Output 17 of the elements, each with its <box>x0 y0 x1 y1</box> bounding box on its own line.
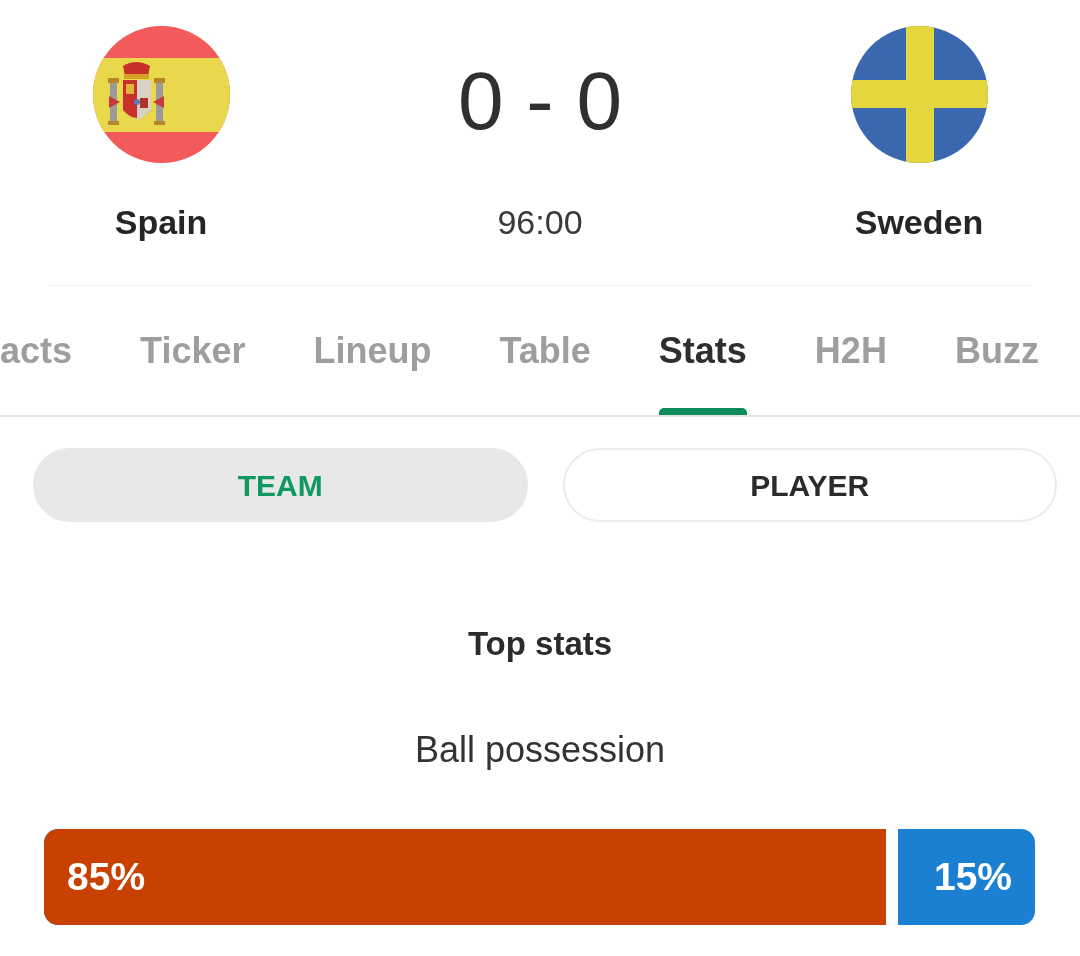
tab[interactable]: Buzz <box>954 286 1039 415</box>
match-clock: 96:00 <box>497 202 583 242</box>
possession-value: 85% <box>67 853 146 900</box>
section-title: Top stats <box>467 624 613 664</box>
match-score: 0 - 0 <box>457 59 623 143</box>
tab[interactable]: Lineup <box>313 286 432 415</box>
tab[interactable]: H2H <box>814 286 887 415</box>
tab[interactable]: Table <box>499 286 591 415</box>
tab[interactable]: Ticker <box>140 286 246 415</box>
possession-value: 15% <box>933 853 1012 900</box>
toggle-button[interactable]: PLAYER <box>562 448 1057 522</box>
team-name: Sweden <box>854 202 984 242</box>
toggle-button[interactable]: TEAM <box>33 448 528 522</box>
stat-label: Ball possession <box>414 730 666 770</box>
tab[interactable]: acts <box>0 286 73 415</box>
tab[interactable]: Stats <box>658 286 747 415</box>
team-name: Spain <box>114 202 208 242</box>
